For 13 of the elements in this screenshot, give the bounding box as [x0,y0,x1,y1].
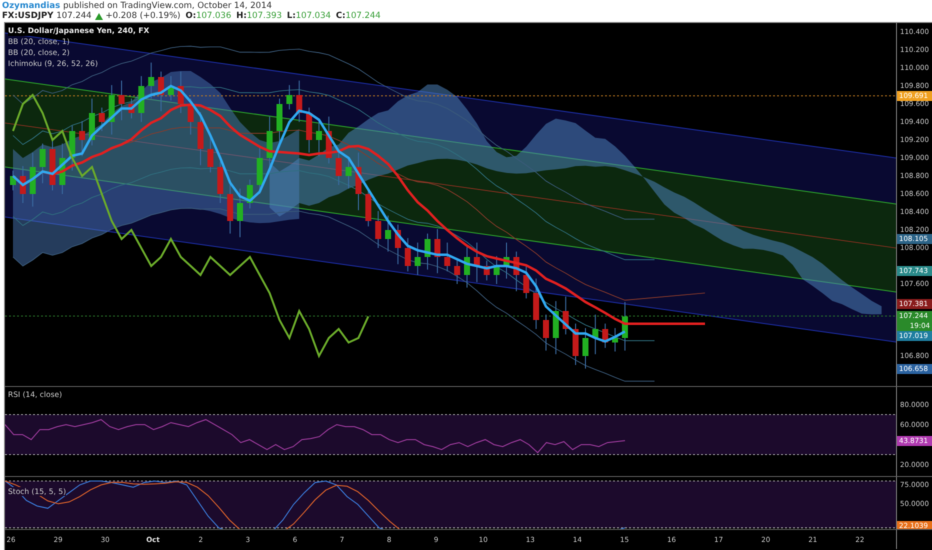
ohlc-value: 107.244 [346,11,381,21]
last-price: 107.244 [56,11,92,21]
ohlc-value: 107.036 [196,11,232,21]
ohlc-value: 107.034 [296,11,331,21]
ohlc-label: O: [185,11,196,21]
author-link[interactable]: Ozymandias [2,1,60,11]
symbol-label: FX:USDJPY [2,11,54,21]
ohlc-label: L: [286,11,296,21]
published-text: published on TradingView.com, October 14, 2014 [63,1,272,11]
ohlc-label: H: [236,11,247,21]
ohlc-value: 107.393 [246,11,282,21]
price-change: +0.208 (+0.19%) [106,11,180,21]
ohlc-label: C: [336,11,346,21]
